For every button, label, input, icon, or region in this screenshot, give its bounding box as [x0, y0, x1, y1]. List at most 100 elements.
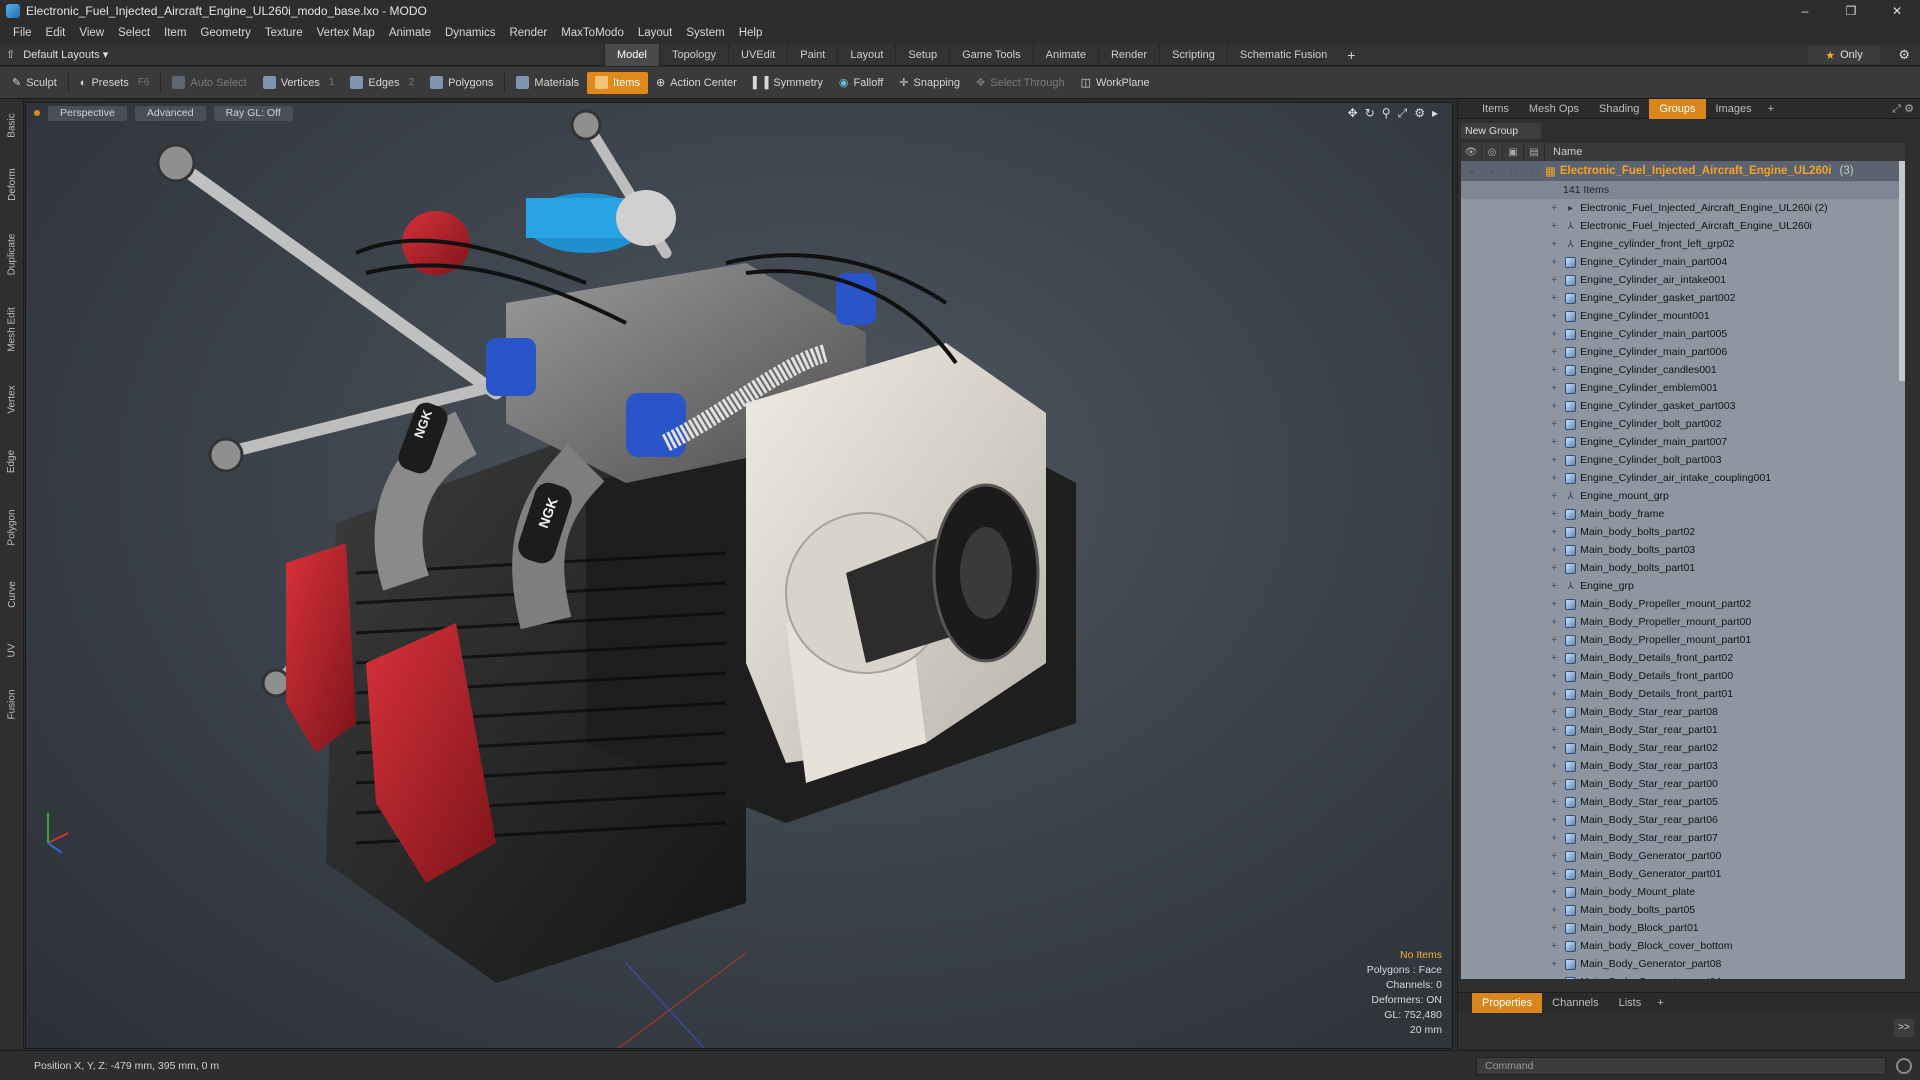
expand-icon[interactable]: +: [1551, 382, 1557, 394]
tree-item-row[interactable]: + Main_Body_Star_rear_part07: [1461, 829, 1905, 847]
expand-icon[interactable]: +: [1551, 832, 1557, 844]
menu-item-item[interactable]: Item: [157, 22, 193, 44]
expand-button[interactable]: >>: [1894, 1019, 1914, 1037]
shading-button[interactable]: Advanced: [134, 105, 206, 121]
presets-button[interactable]: ◐ Presets F6: [72, 72, 158, 94]
tree-item-row[interactable]: + Main_Body_Propeller_mount_part01: [1461, 631, 1905, 649]
raygl-button[interactable]: Ray GL: Off: [213, 105, 293, 121]
properties-tab-properties[interactable]: Properties: [1472, 992, 1543, 1013]
tree-item-row[interactable]: + Main_Body_Star_rear_part00: [1461, 775, 1905, 793]
expand-icon[interactable]: +: [1551, 778, 1557, 790]
left-tab-polygon[interactable]: Polygon: [3, 500, 21, 555]
tree-item-row[interactable]: + Main_body_Block_cover_bottom: [1461, 937, 1905, 955]
properties-tab-lists[interactable]: Lists: [1609, 993, 1652, 1013]
tree-item-row[interactable]: + Main_Body_Star_rear_part01: [1461, 721, 1905, 739]
lock-column-icon[interactable]: ▣: [1503, 143, 1524, 161]
menu-item-vertex-map[interactable]: Vertex Map: [310, 22, 382, 44]
maximize-icon[interactable]: ❐: [1828, 0, 1874, 22]
expand-icon[interactable]: +: [1551, 400, 1557, 412]
expand-icon[interactable]: +: [1551, 256, 1557, 268]
layout-tab-render[interactable]: Render: [1097, 44, 1159, 66]
eye-icon[interactable]: ●: [1461, 162, 1482, 180]
menu-item-file[interactable]: File: [6, 22, 39, 44]
tree-item-row[interactable]: + Engine_Cylinder_air_intake_coupling001: [1461, 469, 1905, 487]
add-properties-tab-icon[interactable]: +: [1651, 997, 1669, 1009]
expand-icon[interactable]: +: [1551, 526, 1557, 538]
layout-tab-topology[interactable]: Topology: [658, 44, 728, 66]
expand-icon[interactable]: +: [1551, 814, 1557, 826]
command-input[interactable]: Command: [1476, 1057, 1886, 1075]
menu-item-maxtomodo[interactable]: MaxToModo: [554, 22, 631, 44]
tree-item-row[interactable]: + ⅄ Electronic_Fuel_Injected_Aircraft_Engi…: [1461, 217, 1905, 235]
menu-item-system[interactable]: System: [679, 22, 731, 44]
menu-item-geometry[interactable]: Geometry: [193, 22, 258, 44]
falloff-button[interactable]: ◉ Falloff: [831, 72, 891, 94]
tree-item-row[interactable]: + Main_Body_Details_front_part00: [1461, 667, 1905, 685]
tree-item-row[interactable]: + Engine_Cylinder_gasket_part002: [1461, 289, 1905, 307]
expand-icon[interactable]: +: [1551, 652, 1557, 664]
expand-icon[interactable]: +: [1551, 364, 1557, 376]
tree-item-row[interactable]: + Main_Body_Propeller_mount_part02: [1461, 595, 1905, 613]
rotate-icon[interactable]: ↻: [1365, 106, 1375, 121]
tree-item-row[interactable]: + Main_body_Block_part01: [1461, 919, 1905, 937]
panel-tab-mesh-ops[interactable]: Mesh Ops: [1519, 99, 1589, 119]
tree-item-row[interactable]: + Main_Body_Details_front_part02: [1461, 649, 1905, 667]
close-icon[interactable]: ✕: [1874, 0, 1920, 22]
expand-icon[interactable]: +: [1551, 508, 1557, 520]
expand-icon[interactable]: +: [1551, 418, 1557, 430]
panel-tab-items[interactable]: Items: [1472, 99, 1519, 119]
render-column-icon[interactable]: ◎: [1482, 143, 1503, 161]
menu-item-texture[interactable]: Texture: [258, 22, 310, 44]
tree-item-row[interactable]: + Main_Body_Star_rear_part03: [1461, 757, 1905, 775]
tree-item-row[interactable]: + Engine_Cylinder_main_part006: [1461, 343, 1905, 361]
expand-icon[interactable]: +: [1551, 346, 1557, 358]
expand-icon[interactable]: +: [1551, 436, 1557, 448]
expand-icon[interactable]: +: [1551, 922, 1557, 934]
name-column-header[interactable]: Name: [1545, 146, 1582, 158]
expand-icon[interactable]: +: [1551, 958, 1557, 970]
menu-item-render[interactable]: Render: [502, 22, 554, 44]
3d-viewport[interactable]: NGK NGK Perspective Advanced Ray GL: Off: [25, 102, 1453, 1049]
left-tab-deform[interactable]: Deform: [3, 158, 21, 211]
layout-tab-uvedit[interactable]: UVEdit: [728, 44, 787, 66]
expand-icon[interactable]: +: [1551, 688, 1557, 700]
tree-item-row[interactable]: + Main_Body_Generator_part04: [1461, 973, 1905, 979]
tree-item-row[interactable]: + Main_Body_Star_rear_part02: [1461, 739, 1905, 757]
vertices-button[interactable]: Vertices 1: [255, 72, 343, 94]
expand-icon[interactable]: +: [1551, 202, 1557, 214]
tree-item-row[interactable]: + Engine_Cylinder_air_intake001: [1461, 271, 1905, 289]
add-tab-icon[interactable]: +: [1339, 44, 1363, 66]
left-tab-basic[interactable]: Basic: [3, 107, 21, 143]
tree-item-row[interactable]: + Engine_Cylinder_main_part005: [1461, 325, 1905, 343]
tree-item-row[interactable]: + Main_Body_Star_rear_part05: [1461, 793, 1905, 811]
tree-item-row[interactable]: + Main_body_bolts_part05: [1461, 901, 1905, 919]
tree-item-row[interactable]: + Engine_Cylinder_emblem001: [1461, 379, 1905, 397]
tree-item-row[interactable]: + Main_Body_Propeller_mount_part00: [1461, 613, 1905, 631]
new-group-button[interactable]: New Group: [1461, 123, 1541, 139]
layout-tab-layout[interactable]: Layout: [837, 44, 895, 66]
panel-tab-groups[interactable]: Groups: [1649, 98, 1706, 119]
layout-tab-model[interactable]: Model: [604, 44, 659, 66]
layout-tab-game-tools[interactable]: Game Tools: [949, 44, 1033, 66]
expand-icon[interactable]: +: [1551, 706, 1557, 718]
symmetry-button[interactable]: ▌▐ Symmetry: [745, 72, 831, 94]
action-center-button[interactable]: ⊕ Action Center: [648, 72, 745, 94]
expand-icon[interactable]: +: [1551, 940, 1557, 952]
layout-tab-schematic-fusion[interactable]: Schematic Fusion: [1226, 44, 1339, 66]
panel-tab-images[interactable]: Images: [1706, 99, 1762, 119]
expand-icon[interactable]: +: [1551, 490, 1557, 502]
tree-item-row[interactable]: + Engine_Cylinder_candles001: [1461, 361, 1905, 379]
tree-item-row[interactable]: + ▸ Electronic_Fuel_Injected_Aircraft_Engi…: [1461, 199, 1905, 217]
expand-icon[interactable]: +: [1551, 742, 1557, 754]
viewport-menu-dot[interactable]: [34, 110, 40, 116]
select-column-icon[interactable]: ▤: [1524, 143, 1545, 161]
menu-item-help[interactable]: Help: [732, 22, 770, 44]
left-tab-fusion[interactable]: Fusion: [3, 680, 21, 728]
left-tab-uv[interactable]: UV: [3, 632, 21, 668]
viewport-settings-icon[interactable]: ⚙: [1414, 106, 1425, 121]
menu-item-view[interactable]: View: [72, 22, 111, 44]
expand-icon[interactable]: +: [1551, 868, 1557, 880]
expand-icon[interactable]: +: [1551, 724, 1557, 736]
layout-tab-animate[interactable]: Animate: [1032, 44, 1098, 66]
expand-icon[interactable]: +: [1551, 328, 1557, 340]
